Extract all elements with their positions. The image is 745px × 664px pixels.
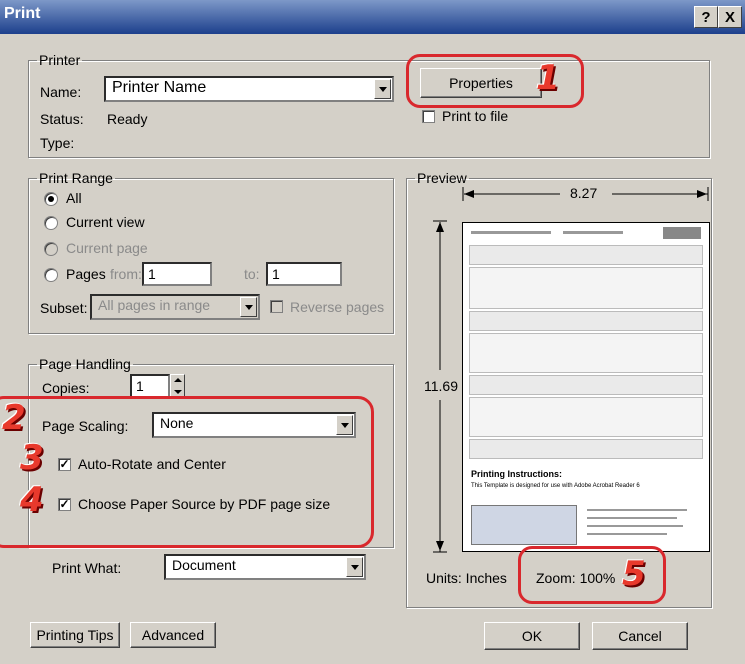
close-button[interactable]: X [718,6,742,28]
page-handling-group-label: Page Handling [39,356,131,372]
copies-input[interactable]: 1 [130,374,170,398]
print-what-value: Document [172,557,236,573]
reverse-pages-checkbox[interactable] [270,300,283,313]
print-what-label: Print What: [52,560,122,576]
range-all-radio[interactable] [44,192,58,206]
print-to-file-checkbox[interactable] [422,110,435,123]
cancel-button[interactable]: Cancel [592,622,688,650]
printer-status-value: Ready [107,111,148,127]
print-what-select[interactable]: Document [164,554,366,580]
callout-number-2: 2 [2,398,26,438]
preview-doc-heading: Printing Instructions: [471,469,562,479]
units-label: Units: Inches [426,570,507,586]
chevron-down-icon[interactable] [346,557,363,577]
printing-tips-button[interactable]: Printing Tips [30,622,120,648]
subset-label: Subset: [40,300,88,316]
range-to-label: to: [244,266,260,282]
range-current-view-label: Current view [66,214,145,230]
callout-number-5: 5 [622,554,646,594]
preview-width-value: 8.27 [570,185,598,201]
printer-name-value: Printer Name [112,79,207,96]
callout-number-3: 3 [20,438,44,478]
range-from-input[interactable]: 1 [142,262,212,286]
printer-group-label: Printer [39,52,81,68]
range-to-input[interactable]: 1 [266,262,342,286]
range-all-label: All [66,190,82,206]
title-bar: Print ? X [0,0,745,34]
preview-height-value: 11.69 [424,378,458,394]
range-from-label: from: [110,266,142,282]
copies-label: Copies: [42,380,90,396]
chevron-down-icon[interactable] [240,297,257,317]
preview-doc-text: This Template is designed for use with A… [471,483,640,489]
callout-number-4: 4 [20,480,44,520]
printer-type-label: Type: [40,135,75,151]
range-current-view-radio[interactable] [44,216,58,230]
printer-group: Printer [28,52,710,158]
printer-name-label: Name: [40,84,82,100]
chevron-down-icon[interactable] [374,79,391,99]
print-range-group-label: Print Range [39,170,113,186]
callout-number-1: 1 [536,58,560,98]
ok-button[interactable]: OK [484,622,580,650]
range-pages-label: Pages [66,266,106,282]
callout-page-handling [0,396,374,548]
range-current-page-radio[interactable] [44,242,58,256]
advanced-button[interactable]: Advanced [130,622,216,648]
subset-select[interactable]: All pages in range [90,294,260,320]
print-to-file-label: Print to file [442,108,509,124]
copies-spinner[interactable] [170,374,185,398]
range-pages-radio[interactable] [44,268,58,282]
printer-status-label: Status: [40,111,84,127]
window-title: Print [4,5,41,22]
printer-name-select[interactable]: Printer Name [104,76,394,102]
preview-group-label: Preview [417,170,467,186]
help-button[interactable]: ? [694,6,718,28]
range-current-page-label: Current page [66,240,148,256]
subset-value: All pages in range [98,297,211,313]
reverse-pages-label: Reverse pages [290,299,385,315]
preview-page-thumbnail: Printing Instructions: This Template is … [462,222,710,552]
